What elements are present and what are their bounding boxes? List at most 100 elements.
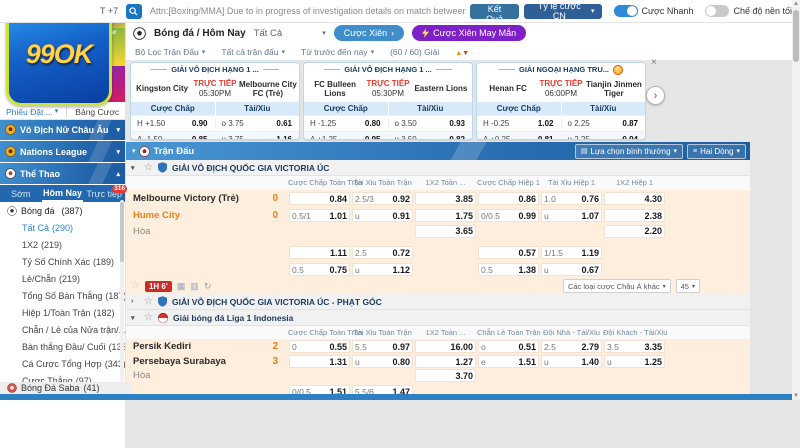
dark-mode-toggle[interactable]: Chế độ nền tối: [705, 5, 792, 17]
odds-cell[interactable]: u1.25: [604, 355, 665, 368]
lucky-parlay-button[interactable]: Cược Xiên May Mắn: [412, 25, 526, 41]
sidebar-scrollbar[interactable]: [120, 200, 124, 382]
more-bets-dropdown[interactable]: Các loại cược Châu Á khác ▾: [563, 279, 671, 293]
odds-cell[interactable]: u1.40: [541, 355, 602, 368]
odds-cell[interactable]: 5.50.97: [352, 340, 413, 353]
sidebar-item-total-goals[interactable]: Tổng Số Bàn Thắng(187): [0, 287, 125, 304]
odds-cell[interactable]: 3.70: [415, 369, 476, 382]
odds-cell[interactable]: 0.84: [289, 192, 350, 205]
odds-cell[interactable]: e1.51: [478, 355, 539, 368]
sidebar-item-saba-soccer[interactable]: Bóng Đá Saba (41): [0, 382, 132, 394]
odds-row[interactable]: A +1.250.95 u 3.500.82: [304, 131, 472, 140]
odds-cell[interactable]: 0.51.38: [478, 263, 539, 276]
odds-cell[interactable]: 3.53.35: [604, 340, 665, 353]
odds-cell[interactable]: 16.00: [415, 340, 476, 353]
favorite-star-icon[interactable]: ☆: [144, 313, 153, 323]
match-card[interactable]: GIẢI VÔ ĐỊCH HẠNG 1 ... FC Bulleen Lions…: [303, 62, 473, 140]
odds-cell[interactable]: 1.75: [415, 209, 476, 222]
parlay-button[interactable]: Cược Xiên ›: [334, 25, 404, 41]
scroll-down-icon[interactable]: ▼: [792, 393, 800, 399]
sort-icon[interactable]: ▲▼: [455, 47, 469, 57]
sidebar-item-odd-even[interactable]: Lẻ/Chẵn(219): [0, 270, 125, 287]
odds-row[interactable]: H -0.251.02 o 2.250.87: [477, 115, 645, 131]
refresh-icon[interactable]: ↻: [204, 281, 212, 292]
league-header-victoria[interactable]: ▾ ☆ GIẢI VÔ ĐỊCH QUỐC GIA VICTORIA ÚC: [125, 160, 750, 176]
odds-cell[interactable]: 4.30: [604, 192, 665, 205]
subtab-today[interactable]: Hôm Nay: [42, 185, 84, 202]
odds-cell[interactable]: 2.38: [604, 209, 665, 222]
odds-cell[interactable]: u0.91: [352, 209, 413, 222]
odds-cell[interactable]: 3.65: [415, 225, 476, 238]
odds-cell[interactable]: 0.50.75: [289, 263, 350, 276]
rows-mode-dropdown[interactable]: ≡ Hai Dòng ▾: [687, 144, 746, 159]
league-header-victoria-corners[interactable]: › ☆ GIẢI VÔ ĐỊCH QUỐC GIA VICTORIA ÚC - …: [125, 294, 750, 310]
odds-cell[interactable]: u1.07: [541, 209, 602, 222]
sidebar-item-1x2[interactable]: 1X2(219): [0, 236, 125, 253]
odds-row[interactable]: H -1.250.80 o 3.500.93: [304, 115, 472, 131]
sidebar-item-football[interactable]: Bóng đá (387): [0, 202, 125, 219]
odds-cell[interactable]: 2.50.72: [352, 246, 413, 259]
all-matches-dropdown[interactable]: Tất cả trận đấu▾: [221, 47, 285, 57]
time-range-dropdown[interactable]: Từ trước đến nay▾: [301, 47, 374, 57]
match-card[interactable]: GIẢI VÔ ĐỊCH HẠNG 1 ... Kingston City TR…: [130, 62, 300, 140]
scroll-up-icon[interactable]: ▲: [792, 1, 800, 7]
odds-cell[interactable]: 1.00.76: [541, 192, 602, 205]
odds-cell[interactable]: 0.86: [478, 192, 539, 205]
odds-cell[interactable]: 1.27: [415, 355, 476, 368]
odds-cell[interactable]: 2.20: [604, 225, 665, 238]
odds-cell[interactable]: 0.57: [478, 246, 539, 259]
quick-bet-toggle[interactable]: Cược Nhanh: [614, 5, 694, 17]
sidebar-section-euro-women[interactable]: Vô Địch Nữ Châu Âu ▾: [0, 119, 125, 141]
chevron-down-icon[interactable]: ▾: [131, 314, 139, 322]
odds-row[interactable]: A -1.500.85 u 3.751.16: [131, 131, 299, 140]
sidebar-item-all[interactable]: Tất Cả(290): [0, 219, 125, 236]
odds-cell[interactable]: u1.12: [352, 263, 413, 276]
odds-cell[interactable]: 1.31: [289, 355, 350, 368]
odds-cell[interactable]: 1/1.51.19: [541, 246, 602, 259]
odds-cell[interactable]: 0.5/11.01: [289, 209, 350, 222]
subtab-live[interactable]: Trực tiếp 316: [83, 185, 125, 202]
odds-cell[interactable]: u0.67: [541, 263, 602, 276]
odds-cell[interactable]: 3.85: [415, 192, 476, 205]
odds-cell[interactable]: o0.51: [478, 340, 539, 353]
odds-cell[interactable]: 2.5/30.92: [352, 192, 413, 205]
sidebar-item-mix-parlay[interactable]: Cá Cược Tổng Hợp(343): [0, 355, 125, 372]
tab-bet-board[interactable]: Bảng Cược: [75, 107, 119, 117]
odds-cell[interactable]: 0/0.50.99: [478, 209, 539, 222]
match-filter-dropdown[interactable]: Bộ Lọc Trận Đấu▾: [135, 47, 205, 57]
chevron-down-icon[interactable]: ▾: [132, 147, 136, 155]
league-header-liga1-indonesia[interactable]: ▾ ☆ Giải bóng đá Liga 1 Indonesia: [125, 310, 750, 326]
chevron-down-icon[interactable]: ▾: [131, 164, 139, 172]
match-card[interactable]: GIẢI NGOẠI HẠNG TRU... Henan FC TRỰC TIẾ…: [476, 62, 646, 140]
odds-cell[interactable]: 00.55: [289, 340, 350, 353]
odds-cell[interactable]: u0.80: [352, 355, 413, 368]
sidebar-section-nations-league[interactable]: Nations League ▾: [0, 141, 125, 163]
sidebar-item-correct-score[interactable]: Tỷ Số Chính Xác(189): [0, 253, 125, 270]
odds-type-dropdown[interactable]: Tỷ lệ cược CN ▾: [524, 4, 602, 19]
scrollbar-thumb[interactable]: [793, 10, 799, 62]
odds-cell[interactable]: 2.52.79: [541, 340, 602, 353]
favorite-star-icon[interactable]: ☆: [144, 297, 153, 307]
favorite-star-icon[interactable]: ☆: [131, 281, 140, 291]
odds-row[interactable]: H +1.500.90 o 3.750.61: [131, 115, 299, 131]
stats-icon[interactable]: ▦: [177, 281, 186, 292]
sidebar-item-first-last-goal[interactable]: Bàn thắng Đầu/ Cuối(133): [0, 338, 125, 355]
search-button[interactable]: [126, 4, 142, 19]
chevron-right-icon[interactable]: ›: [131, 298, 139, 305]
sidebar-section-sports[interactable]: Thể Thao ▴: [0, 163, 125, 185]
subtab-early[interactable]: Sớm: [0, 185, 42, 202]
favorite-star-icon[interactable]: ☆: [144, 163, 153, 173]
sidebar-item-ht-ft[interactable]: Hiệp 1/Toàn Trận(182): [0, 304, 125, 321]
tab-bet-slip[interactable]: Phiếu Đặt ... ▾: [6, 107, 58, 117]
chart-icon[interactable]: ▥: [190, 281, 199, 292]
page-scrollbar[interactable]: ▲ ▼: [792, 0, 800, 400]
more-bets-count-dropdown[interactable]: 45 ▾: [676, 279, 700, 293]
view-mode-dropdown[interactable]: ▤ Lựa chọn bình thường ▾: [575, 144, 683, 159]
carousel-next-button[interactable]: ›: [646, 86, 665, 105]
league-filter-select[interactable]: Tất Cả ▾: [254, 28, 326, 39]
odds-row[interactable]: A +0.250.81 u 2.250.94: [477, 131, 645, 140]
close-icon[interactable]: ×: [651, 57, 657, 68]
sidebar-item-half-odd-even[interactable]: Chẵn / Lẻ của Nửa trận/...(178): [0, 321, 125, 338]
results-button[interactable]: Kết Quả: [470, 4, 518, 19]
odds-cell[interactable]: 1.11: [289, 246, 350, 259]
